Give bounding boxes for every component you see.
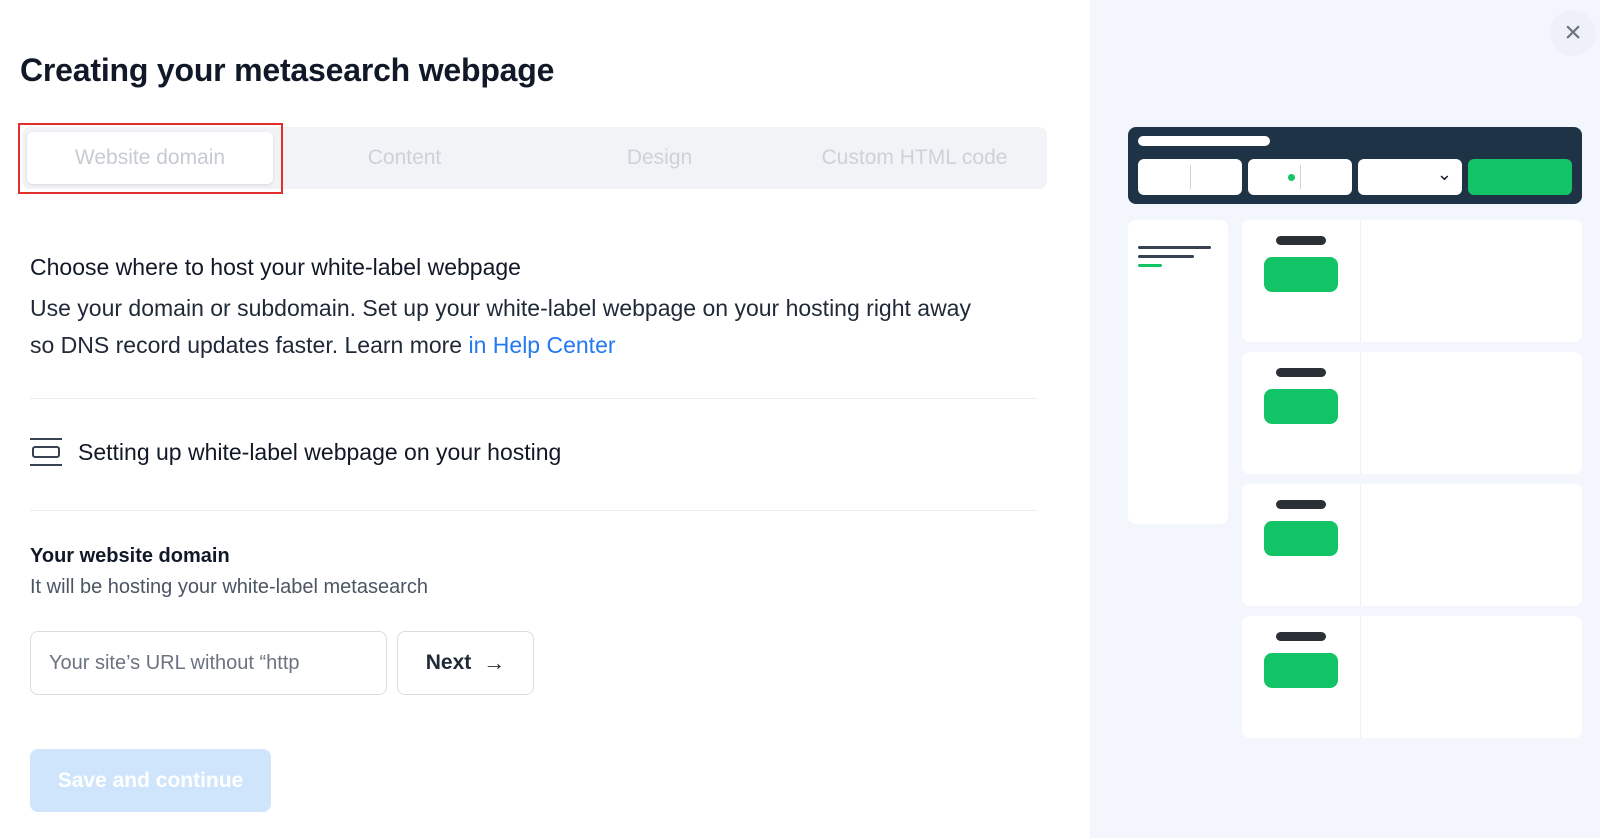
next-button-label: Next <box>425 651 472 674</box>
arrow-right-icon: → <box>483 650 506 675</box>
preview-field-dates <box>1248 159 1352 195</box>
domain-field-sublabel: It will be hosting your white-label meta… <box>30 576 428 598</box>
divider <box>30 510 1037 511</box>
preview-field-origin <box>1138 159 1242 195</box>
hosting-setup-item[interactable]: Setting up white-label webpage on your h… <box>30 438 561 466</box>
close-button[interactable]: × <box>1550 10 1596 56</box>
page-title: Creating your metasearch webpage <box>20 52 555 88</box>
preview-search-header: ⌄ <box>1128 127 1582 204</box>
divider <box>30 398 1037 399</box>
preview-result-card <box>1242 220 1582 342</box>
section-description: Use your domain or subdomain. Set up you… <box>30 290 990 364</box>
website-url-input[interactable] <box>30 631 387 695</box>
help-center-link[interactable]: in Help Center <box>469 332 616 358</box>
tab-custom-html-code[interactable]: Custom HTML code <box>787 132 1042 184</box>
preview-search-button <box>1468 159 1572 195</box>
hosting-setup-label: Setting up white-label webpage on your h… <box>78 438 562 465</box>
preview-result-card <box>1242 616 1582 738</box>
tab-design[interactable]: Design <box>532 132 787 184</box>
preview-result-card <box>1242 484 1582 606</box>
hosting-icon <box>30 438 62 466</box>
main-panel: Creating your metasearch webpage Website… <box>0 0 1090 838</box>
close-icon: × <box>1564 16 1582 49</box>
preview-filters-sidebar <box>1128 220 1228 524</box>
preview-field-select: ⌄ <box>1358 159 1462 195</box>
stepper-tabs: Website domain Content Design Custom HTM… <box>22 127 1047 189</box>
save-and-continue-button[interactable]: Save and continue <box>30 749 271 812</box>
preview-title-bar <box>1138 136 1270 146</box>
section-heading: Choose where to host your white-label we… <box>30 254 521 280</box>
tab-content[interactable]: Content <box>277 132 532 184</box>
domain-field-label: Your website domain <box>30 545 230 567</box>
tab-website-domain[interactable]: Website domain <box>27 132 273 184</box>
preview-result-card <box>1242 352 1582 474</box>
next-button[interactable]: Next → <box>397 631 534 695</box>
chevron-down-icon: ⌄ <box>1436 164 1452 184</box>
